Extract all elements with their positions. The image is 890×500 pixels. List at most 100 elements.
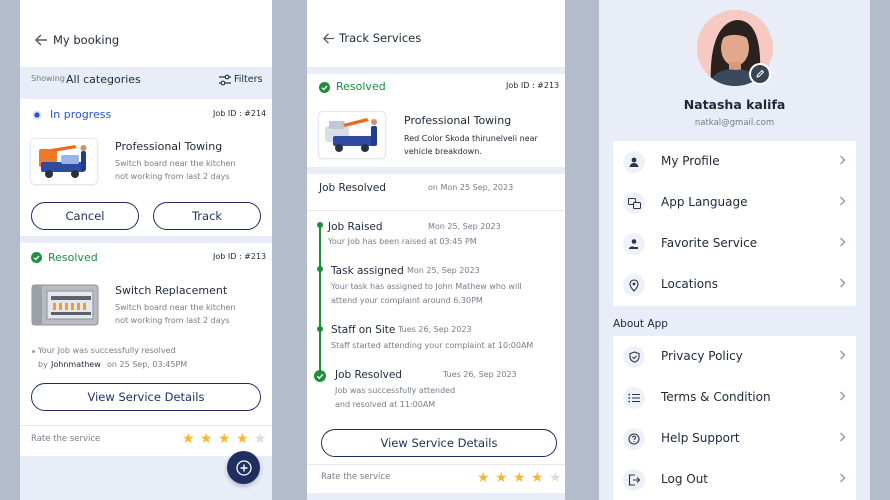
towing-truck-image [319, 112, 385, 158]
back-arrow-icon[interactable] [322, 32, 335, 45]
account-menu: My Profile App Language Favorite Service… [613, 141, 856, 306]
chevron-right-icon [839, 237, 846, 247]
step-title: Job Raised [328, 221, 383, 233]
star-icon[interactable]: ★ [218, 432, 231, 446]
chevron-right-icon [839, 196, 846, 206]
menu-item-privacy-policy[interactable]: Privacy Policy [613, 336, 856, 377]
service-desc-line1: Red Color Skoda thirunelveli near [404, 134, 538, 143]
menu-item-help-support[interactable]: Help Support [613, 418, 856, 459]
status-label: Resolved [48, 251, 98, 264]
job-id: Job ID : #214 [213, 109, 267, 118]
resolver-name: Johnmathew [51, 360, 101, 369]
towing-truck-image [31, 139, 97, 184]
view-service-details-button[interactable]: View Service Details [321, 429, 557, 457]
page-title: My booking [53, 33, 120, 47]
filter-bar: Showing All categories Filters [20, 67, 272, 99]
timeline-line [319, 226, 321, 376]
step-title: Job Resolved [335, 369, 402, 381]
category-selector[interactable]: All categories [66, 73, 141, 86]
star-icon[interactable]: ★ [236, 432, 249, 446]
service-title: Switch Replacement [115, 284, 228, 297]
service-desc-line2: not working from last 2 days [115, 172, 230, 181]
star-icon[interactable]: ★ [254, 432, 267, 446]
menu-item-label: My Profile [661, 154, 720, 168]
status-label: Resolved [336, 80, 386, 93]
status-label: In progress [50, 108, 112, 121]
star-icon[interactable]: ★ [513, 471, 526, 485]
menu-item-app-language[interactable]: App Language [613, 182, 856, 223]
step-detail: attend your complaint around 6.30PM [331, 296, 483, 305]
header-divider [307, 67, 565, 74]
resolved-check-icon [319, 82, 330, 93]
step-detail: and resolved at 11:00AM [335, 400, 436, 409]
shield-icon [623, 346, 645, 368]
step-title: Staff on Site [331, 324, 396, 336]
language-icon [623, 192, 645, 214]
timeline-dot [317, 326, 323, 332]
filters-button[interactable]: Filters [234, 74, 262, 85]
chevron-right-icon [839, 432, 846, 442]
menu-item-label: App Language [661, 195, 748, 209]
switch-board-image [31, 283, 99, 327]
user-icon [623, 151, 645, 173]
service-title: Professional Towing [115, 140, 223, 153]
in-progress-status-icon [32, 110, 42, 120]
star-icon[interactable]: ★ [531, 471, 544, 485]
filters-icon[interactable] [219, 74, 231, 86]
menu-item-my-profile[interactable]: My Profile [613, 141, 856, 182]
menu-item-label: Terms & Condition [661, 390, 771, 404]
chevron-right-icon [839, 278, 846, 288]
logout-icon [623, 469, 645, 491]
section-divider [307, 167, 565, 174]
step-date: Tues 26, Sep 2023 [398, 325, 472, 334]
profile-name: Natasha kalifa [683, 97, 786, 112]
resolved-heading: Job Resolved [319, 182, 386, 194]
divider [307, 464, 565, 465]
edit-avatar-button[interactable] [749, 63, 771, 85]
star-icon[interactable]: ★ [477, 471, 490, 485]
step-detail: Your Job has been raised at 03:45 PM [328, 237, 477, 246]
divider [307, 210, 565, 211]
menu-item-terms[interactable]: Terms & Condition [613, 377, 856, 418]
star-icon[interactable]: ★ [495, 471, 508, 485]
step-detail: Job was successfully attended [335, 386, 456, 395]
track-button[interactable]: Track [153, 202, 261, 230]
favorite-hand-icon [623, 233, 645, 255]
timeline-dot [317, 266, 323, 272]
divider [20, 425, 272, 426]
star-icon[interactable]: ★ [200, 432, 213, 446]
cancel-button[interactable]: Cancel [31, 202, 139, 230]
resolved-by-label: by [38, 360, 48, 369]
track-services-screen: Track Services Resolved Job ID : #213 Pr… [307, 0, 565, 500]
menu-item-log-out[interactable]: Log Out [613, 459, 856, 500]
step-date: Mon 25, Sep 2023 [407, 266, 480, 275]
menu-item-locations[interactable]: Locations [613, 264, 856, 305]
service-desc-line1: Switch board near the kitchen [115, 303, 236, 312]
chevron-right-icon [839, 391, 846, 401]
rate-label: Rate the service [321, 472, 391, 482]
step-date: Mon 25, Sep 2023 [428, 222, 501, 231]
chevron-right-icon [839, 155, 846, 165]
step-title: Task assigned [331, 265, 404, 277]
card-divider [20, 236, 272, 243]
resolved-note: Your Job was successfully resolved [38, 346, 176, 355]
list-icon [623, 387, 645, 409]
back-arrow-icon[interactable] [34, 33, 48, 47]
menu-item-label: Favorite Service [661, 236, 758, 250]
showing-label: Showing [31, 74, 65, 83]
star-icon[interactable]: ★ [549, 471, 562, 485]
add-fab-button[interactable] [227, 451, 260, 484]
step-date: Tues 26, Sep 2023 [443, 370, 517, 379]
profile-screen: Natasha kalifa natkal@gmail.com My Profi… [599, 0, 870, 500]
chevron-right-icon [839, 350, 846, 360]
view-service-details-button[interactable]: View Service Details [31, 383, 261, 411]
menu-item-favorite-service[interactable]: Favorite Service [613, 223, 856, 264]
resolved-check-icon [31, 252, 42, 263]
pencil-icon [755, 69, 765, 79]
menu-item-label: Locations [661, 277, 719, 291]
plus-icon [235, 459, 252, 476]
about-menu: Privacy Policy Terms & Condition Help Su… [613, 336, 856, 500]
menu-item-label: Help Support [661, 431, 740, 445]
star-icon[interactable]: ★ [182, 432, 195, 446]
bottom-band [307, 493, 565, 500]
